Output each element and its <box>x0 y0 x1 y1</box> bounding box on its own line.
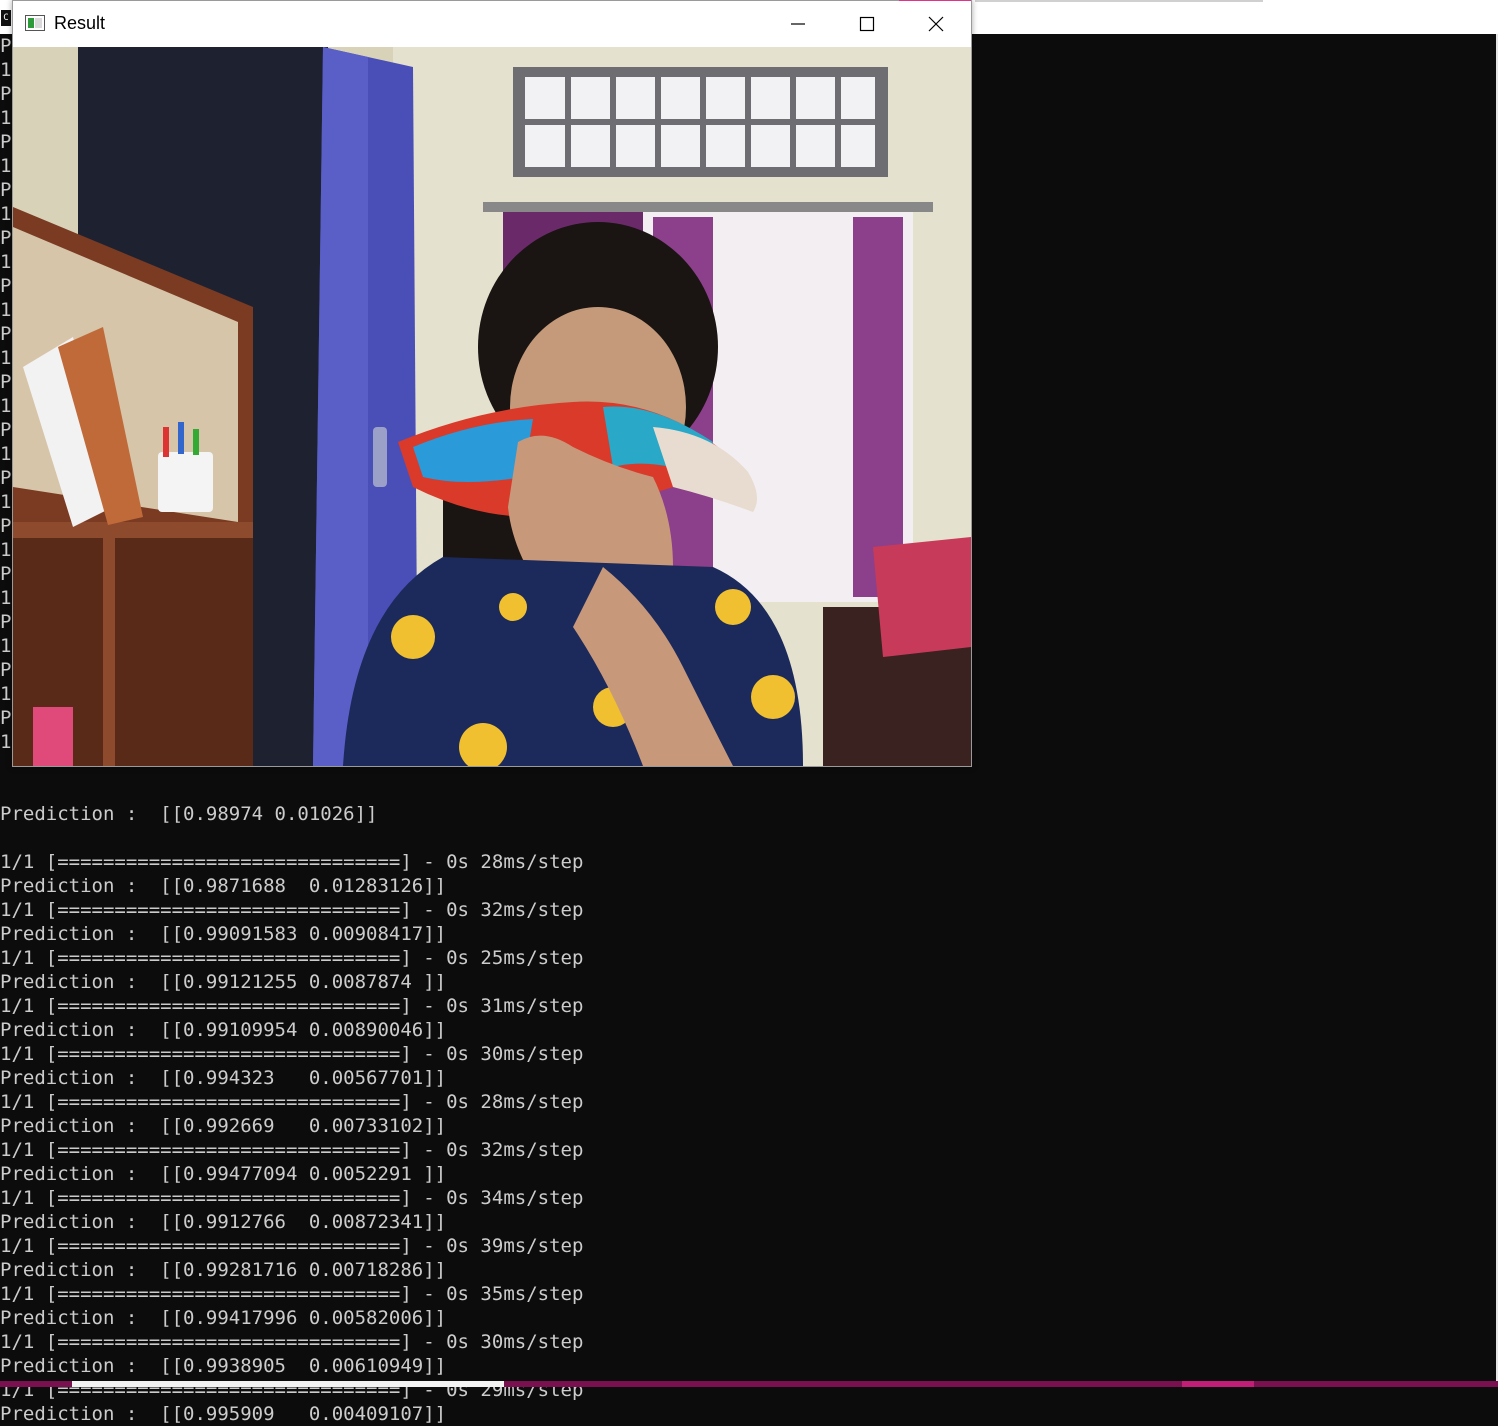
console-left-char: 1 <box>0 155 12 177</box>
console-prediction-line: Prediction : [[0.99109954 0.00890046]] <box>0 1019 447 1041</box>
console-prediction-line: Prediction : [[0.99121255 0.0087874 ]] <box>0 971 447 993</box>
minimize-icon <box>791 23 805 25</box>
console-left-char: 1 <box>0 683 12 705</box>
console-left-char: 1 <box>0 539 12 561</box>
console-left-char: 1 <box>0 347 12 369</box>
console-left-char: 1 <box>0 59 12 81</box>
window-title: Result <box>54 13 106 33</box>
console-prediction-line: Prediction : [[0.99417996 0.00582006]] <box>0 1307 447 1329</box>
console-prediction-line: Prediction : [[0.99281716 0.00718286]] <box>0 1259 447 1281</box>
console-progress-line: 1/1 [==============================] - 0… <box>0 1091 584 1113</box>
console-progress-line: 1/1 [==============================] - 0… <box>0 1235 584 1257</box>
minimize-button[interactable] <box>764 1 832 47</box>
console-left-char: 1 <box>0 395 12 417</box>
taskbar-active-app[interactable] <box>72 1381 504 1387</box>
console-left-char: 1 <box>0 203 12 225</box>
result-window: Result <box>12 0 972 767</box>
result-titlebar[interactable]: Result <box>13 1 971 47</box>
console-progress-line: 1/1 [==============================] - 0… <box>0 1187 584 1209</box>
console-progress-line: 1/1 [==============================] - 0… <box>0 1331 584 1353</box>
console-left-char: P <box>0 467 12 489</box>
console-app-icon: C <box>1 10 11 26</box>
console-left-char: P <box>0 275 12 297</box>
taskbar-app-indicator[interactable] <box>1182 1381 1254 1387</box>
console-prediction-line: Prediction : [[0.9912766 0.00872341]] <box>0 1211 447 1233</box>
console-titlebar-edge <box>975 0 1263 2</box>
webcam-image <box>13 47 971 766</box>
console-left-char: P <box>0 611 12 633</box>
taskbar <box>0 1381 1498 1387</box>
window-app-icon <box>25 15 45 31</box>
close-button[interactable] <box>902 1 970 47</box>
console-prediction-line: Prediction : [[0.992669 0.00733102]] <box>0 1115 447 1137</box>
console-left-char: 1 <box>0 251 12 273</box>
console-left-char: P <box>0 659 12 681</box>
console-left-char: 1 <box>0 731 12 753</box>
console-prediction-line: Prediction : [[0.995909 0.00409107]] <box>0 1403 447 1425</box>
console-progress-line: 1/1 [==============================] - 0… <box>0 899 584 921</box>
console-partial-line: Prediction : [[0.98974 0.01026]] <box>0 803 378 825</box>
console-left-char: P <box>0 179 12 201</box>
console-progress-line: 1/1 [==============================] - 0… <box>0 1283 584 1305</box>
console-progress-line: 1/1 [==============================] - 0… <box>0 995 584 1017</box>
console-prediction-line: Prediction : [[0.9938905 0.00610949]] <box>0 1355 447 1377</box>
console-left-char: 1 <box>0 107 12 129</box>
console-left-char: P <box>0 35 12 57</box>
console-left-char: P <box>0 323 12 345</box>
console-left-char: P <box>0 371 12 393</box>
console-prediction-line: Prediction : [[0.9871688 0.01283126]] <box>0 875 447 897</box>
console-left-char: P <box>0 707 12 729</box>
console-left-char: 1 <box>0 491 12 513</box>
webcam-frame <box>13 47 971 766</box>
console-progress-line: 1/1 [==============================] - 0… <box>0 1139 584 1161</box>
console-left-char: 1 <box>0 443 12 465</box>
maximize-button[interactable] <box>833 1 901 47</box>
console-progress-line: 1/1 [==============================] - 0… <box>0 947 584 969</box>
console-left-char: P <box>0 563 12 585</box>
close-icon <box>928 16 944 32</box>
console-left-char: P <box>0 419 12 441</box>
console-left-char: P <box>0 83 12 105</box>
console-left-char: P <box>0 515 12 537</box>
console-prediction-line: Prediction : [[0.99477094 0.0052291 ]] <box>0 1163 447 1185</box>
maximize-icon <box>859 16 875 32</box>
console-prediction-line: Prediction : [[0.99091583 0.00908417]] <box>0 923 447 945</box>
console-left-char: 1 <box>0 299 12 321</box>
console-progress-line: 1/1 [==============================] - 0… <box>0 1043 584 1065</box>
console-left-char: P <box>0 227 12 249</box>
console-output-text: Prediction : [[0.98974 0.01026]] 1/1 [==… <box>0 754 1490 1426</box>
console-left-margin-text: P1P1P1P1P1P1P1P1P1P1P1P1P1P1P1 <box>0 34 12 754</box>
console-left-char: 1 <box>0 587 12 609</box>
console-left-char: P <box>0 131 12 153</box>
console-progress-line: 1/1 [==============================] - 0… <box>0 851 584 873</box>
console-prediction-line: Prediction : [[0.994323 0.00567701]] <box>0 1067 447 1089</box>
console-left-char: 1 <box>0 635 12 657</box>
